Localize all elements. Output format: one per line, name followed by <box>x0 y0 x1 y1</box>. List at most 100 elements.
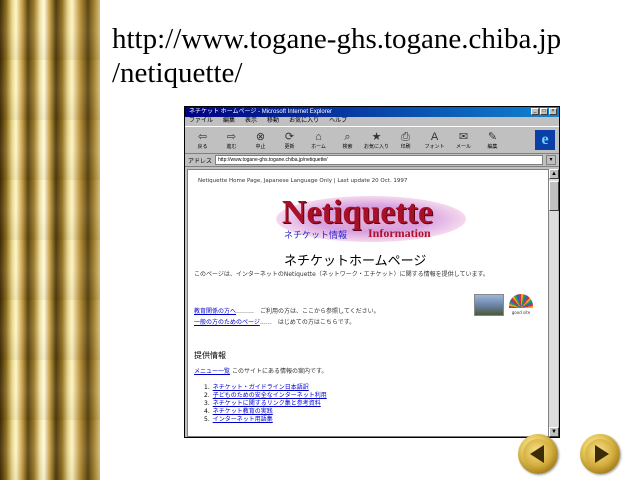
next-slide-icon <box>595 445 609 463</box>
primary-links: 教育関係の方へ……… ご利用の方は、ここから参照してください。 一般の方のためのペ… <box>194 306 380 328</box>
list-link[interactable]: ネチケット教育の実践 <box>213 408 273 415</box>
address-bar: アドレス ▾ <box>185 154 559 167</box>
menu-list-link[interactable]: メニュー一覧 <box>194 368 230 375</box>
toolbar-button-label: メール <box>455 143 471 150</box>
page-link[interactable]: 教育関係の方へ <box>194 308 236 315</box>
refresh-icon: ⟳ <box>284 130 295 143</box>
toolbar-button[interactable]: ✉ メール <box>450 128 477 152</box>
list-item: 3. ネチケットに関するリンク集と参考資料 <box>204 400 327 408</box>
edit-icon: ✎ <box>487 130 498 143</box>
menu-item[interactable]: ファイル <box>189 117 213 126</box>
ie-logo-icon: e <box>535 130 555 150</box>
web-page: Netiquette Home Page, Japanese Language … <box>188 170 548 436</box>
address-input[interactable] <box>215 155 543 165</box>
toolbar-button[interactable]: ⟳ 更新 <box>276 128 303 152</box>
link-desc: ……… ご利用の方は、ここから参照してください。 <box>236 308 380 315</box>
toolbar-button-label: 印刷 <box>400 143 411 150</box>
browser-window: ネチケット ホームページ - Microsoft Internet Explor… <box>184 106 560 438</box>
list-link[interactable]: 子どものための安全なインターネット利用 <box>213 392 327 399</box>
link-desc: …… はじめての方はこちらです。 <box>259 319 356 326</box>
menu-bar: ファイル 編集 表示 移動 お気に入り ヘルプ <box>185 117 559 126</box>
list-link[interactable]: インターネット用語集 <box>213 416 273 423</box>
toolbar-button[interactable]: ⇨ 進む <box>218 128 245 152</box>
previous-slide-button[interactable] <box>518 434 558 474</box>
toolbar-button[interactable]: ✎ 編集 <box>479 128 506 152</box>
link-row: 教育関係の方へ……… ご利用の方は、ここから参照してください。 <box>194 306 380 317</box>
toolbar-button[interactable]: ⌕ 検索 <box>334 128 361 152</box>
list-link[interactable]: ネチケット・ガイドライン日本語訳 <box>213 384 309 391</box>
browser-titlebar: ネチケット ホームページ - Microsoft Internet Explor… <box>185 107 559 117</box>
menu-item[interactable]: お気に入り <box>289 117 319 126</box>
slide-title: http://www.togane-ghs.togane.chiba.jp /n… <box>112 22 632 90</box>
list-link[interactable]: ネチケットに関するリンク集と参考資料 <box>213 400 321 407</box>
menu-item[interactable]: 表示 <box>245 117 257 126</box>
search-icon: ⌕ <box>344 130 351 143</box>
scroll-down-icon[interactable]: ▼ <box>549 427 559 437</box>
banner-subtitle-jp: ネチケット情報 <box>284 231 348 241</box>
font-icon: A <box>430 130 439 143</box>
stop-icon: ⊗ <box>255 130 266 143</box>
address-label: アドレス <box>188 158 213 165</box>
toolbar-button[interactable]: ⌂ ホーム <box>305 128 332 152</box>
toolbar-button-label: 中止 <box>255 143 266 150</box>
slide-title-line2: /netiquette/ <box>112 57 243 89</box>
close-icon[interactable]: × <box>549 108 557 115</box>
toolbar-button[interactable]: ⎙ 印刷 <box>392 128 419 152</box>
list-number: 2. <box>204 392 210 399</box>
gold-column-decoration <box>0 0 100 480</box>
menu-item[interactable]: ヘルプ <box>329 117 347 126</box>
good-site-badge: good site <box>506 294 536 320</box>
school-photo <box>474 294 504 316</box>
badge-caption: good site <box>511 310 531 315</box>
window-title: ネチケット ホームページ - Microsoft Internet Explor… <box>189 109 333 115</box>
toolbar-button-label: 検索 <box>342 143 353 150</box>
print-icon: ⎙ <box>401 130 410 143</box>
scroll-thumb[interactable] <box>549 181 559 211</box>
minimize-icon[interactable]: _ <box>531 108 539 115</box>
mail-icon: ✉ <box>458 130 469 143</box>
address-dropdown-icon[interactable]: ▾ <box>546 155 556 165</box>
page-header-text: Netiquette Home Page, Japanese Language … <box>198 178 408 184</box>
toolbar-button[interactable]: ⊗ 中止 <box>247 128 274 152</box>
next-slide-button[interactable] <box>580 434 620 474</box>
section-line: メニュー一覧 このサイトにある情報の案内です。 <box>194 366 327 375</box>
netiquette-banner: Netiquette ネチケット情報 Information <box>276 194 466 242</box>
toolbar-button-label: 戻る <box>197 143 208 150</box>
forward-arrow-icon: ⇨ <box>226 130 237 143</box>
page-viewport: Netiquette Home Page, Japanese Language … <box>187 169 549 437</box>
page-link[interactable]: 一般の方のためのページ <box>194 319 260 326</box>
favorites-icon: ★ <box>371 130 382 143</box>
toolbar-button-label: 編集 <box>487 143 498 150</box>
toolbar-button[interactable]: ⇦ 戻る <box>189 128 216 152</box>
vertical-scrollbar[interactable]: ▲ ▼ <box>548 169 559 437</box>
section-heading: 提供情報 <box>194 351 226 360</box>
toolbar-button[interactable]: ★ お気に入り <box>363 128 390 152</box>
slide-title-line1: http://www.togane-ghs.togane.chiba.jp <box>112 23 562 55</box>
menu-item[interactable]: 移動 <box>267 117 279 126</box>
list-number: 4. <box>204 408 210 415</box>
list-number: 3. <box>204 400 210 407</box>
maximize-icon[interactable]: □ <box>540 108 548 115</box>
browser-toolbar: ⇦ 戻る ⇨ 進む ⊗ 中止 ⟳ 更新 ⌂ ホーム ⌕ 検索 ★ お気に入り ⎙ 印刷 A フォント ✉ メール ✎ 編集… <box>185 126 559 154</box>
info-list: 1. ネチケット・ガイドライン日本語訳 2. 子どものための安全なインターネット利用 3… <box>204 384 327 424</box>
list-number: 5. <box>204 416 210 423</box>
toolbar-button-label: お気に入り <box>363 143 389 150</box>
banner-subtitle-info: Information <box>368 226 431 240</box>
toolbar-button-label: 更新 <box>284 143 295 150</box>
list-item: 5. インターネット用語集 <box>204 416 327 424</box>
list-item: 4. ネチケット教育の実践 <box>204 408 327 416</box>
menu-item[interactable]: 編集 <box>223 117 235 126</box>
intro-text: このページは、インターネットのNetiquette（ネットワーク・エチケット）に… <box>194 271 489 278</box>
toolbar-button-label: ホーム <box>311 143 326 150</box>
scroll-up-icon[interactable]: ▲ <box>549 169 559 179</box>
link-row: 一般の方のためのページ…… はじめての方はこちらです。 <box>194 317 380 328</box>
home-icon: ⌂ <box>315 130 322 143</box>
toolbar-button[interactable]: A フォント <box>421 128 448 152</box>
back-arrow-icon: ⇦ <box>197 130 208 143</box>
sunburst-icon <box>509 294 533 308</box>
toolbar-button-label: 進む <box>226 143 237 150</box>
list-number: 1. <box>204 384 210 391</box>
toolbar-button-label: フォント <box>424 143 445 150</box>
window-controls: _ □ × <box>531 108 557 115</box>
menu-list-desc: このサイトにある情報の案内です。 <box>231 368 328 375</box>
